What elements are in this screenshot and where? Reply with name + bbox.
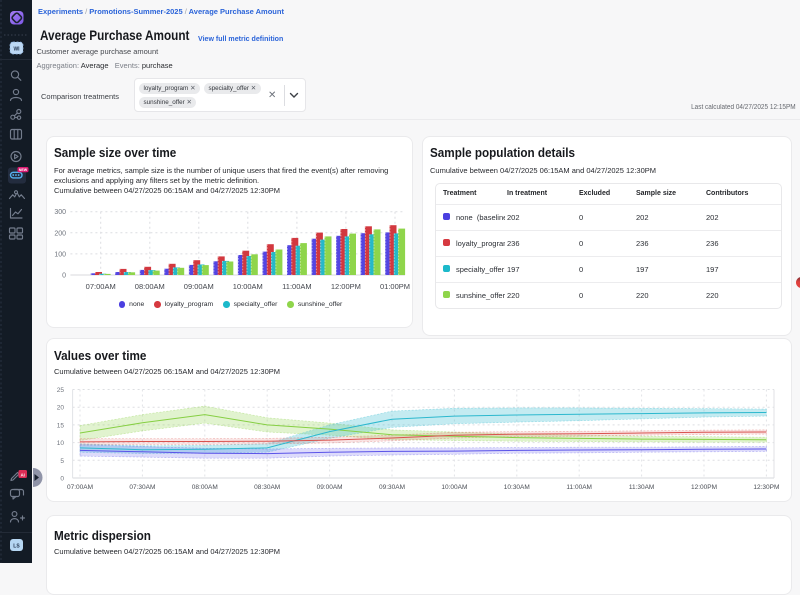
- svg-text:AI: AI: [21, 472, 25, 477]
- svg-text:09:30AM: 09:30AM: [379, 484, 405, 491]
- svg-text:07:00AM: 07:00AM: [86, 282, 116, 291]
- svg-text:07:00AM: 07:00AM: [67, 484, 93, 491]
- svg-text:09:00AM: 09:00AM: [184, 282, 214, 291]
- svg-text:08:00AM: 08:00AM: [192, 484, 218, 491]
- svg-text:20: 20: [57, 405, 65, 412]
- svg-text:12:30PM: 12:30PM: [753, 484, 779, 491]
- svg-text:10:00AM: 10:00AM: [441, 484, 467, 491]
- svg-text:11:00AM: 11:00AM: [566, 484, 592, 491]
- svg-text:08:00AM: 08:00AM: [135, 282, 165, 291]
- svg-text:01:00PM: 01:00PM: [380, 282, 410, 291]
- svg-text:0: 0: [60, 476, 64, 483]
- svg-text:11:00AM: 11:00AM: [282, 282, 311, 291]
- svg-text:09:00AM: 09:00AM: [317, 484, 343, 491]
- svg-text:10:00AM: 10:00AM: [233, 282, 263, 291]
- svg-text:5: 5: [60, 458, 64, 465]
- svg-text:LS: LS: [13, 544, 20, 550]
- svg-text:12:00PM: 12:00PM: [331, 282, 361, 291]
- svg-text:200: 200: [54, 230, 66, 237]
- svg-text:11:30AM: 11:30AM: [629, 484, 655, 491]
- svg-text:12:00PM: 12:00PM: [691, 484, 717, 491]
- svg-text:10:30AM: 10:30AM: [504, 484, 530, 491]
- svg-text:07:30AM: 07:30AM: [129, 484, 155, 491]
- svg-text:0: 0: [62, 273, 66, 280]
- svg-text:WI: WI: [13, 47, 20, 53]
- svg-text:10: 10: [57, 440, 65, 447]
- svg-text:NEW: NEW: [19, 168, 28, 172]
- svg-text:15: 15: [57, 422, 65, 429]
- svg-text:100: 100: [54, 251, 66, 258]
- svg-text:08:30AM: 08:30AM: [254, 484, 280, 491]
- svg-text:25: 25: [57, 387, 65, 394]
- svg-text:300: 300: [54, 209, 66, 216]
